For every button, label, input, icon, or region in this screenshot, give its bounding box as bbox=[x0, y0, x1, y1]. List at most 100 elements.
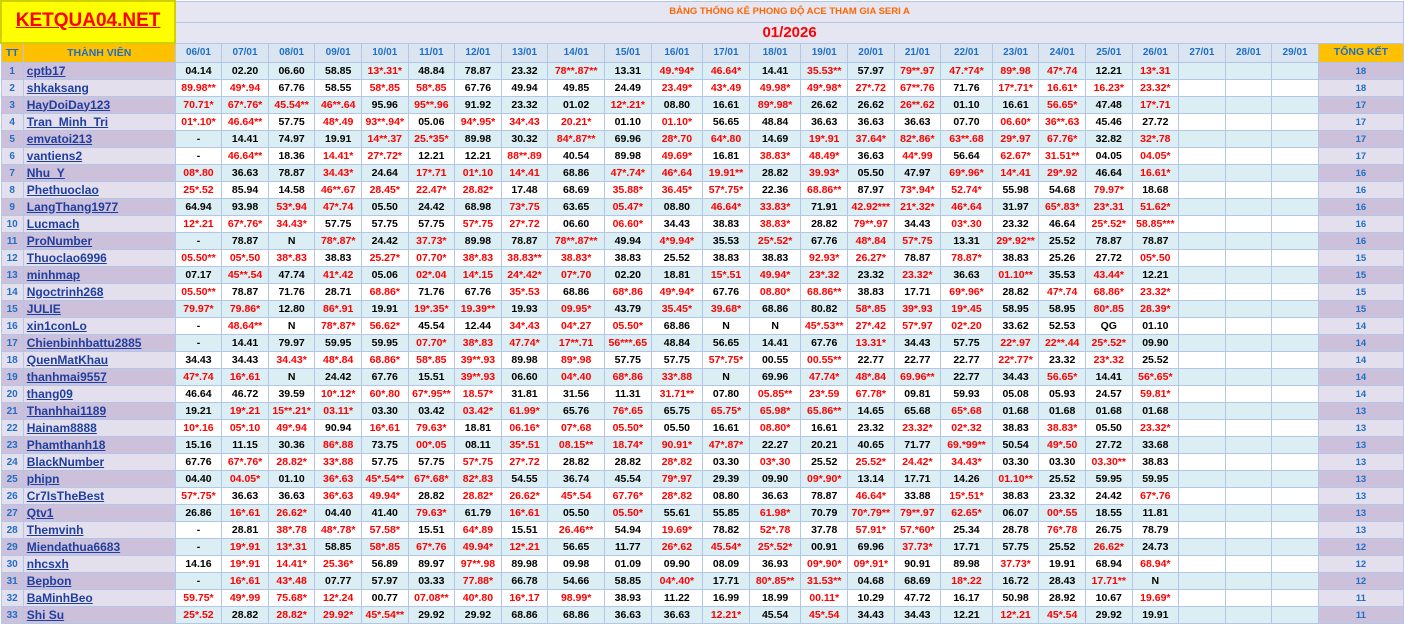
result-cell: 56.89 bbox=[360, 555, 409, 573]
member-name-link[interactable]: Thanhhai1189 bbox=[22, 402, 176, 420]
member-name-link[interactable]: Shi Su bbox=[22, 606, 176, 624]
table-row: 25 phipn 04.40 04.05* 01.10 36*.63 45*.54** 67*… bbox=[0, 470, 1404, 488]
result-cell: 04.68 bbox=[847, 572, 895, 590]
result-cell: 29*.97 bbox=[991, 130, 1040, 148]
member-name-link[interactable]: Cr7IsTheBest bbox=[22, 487, 176, 505]
result-cell: 18.99 bbox=[748, 589, 802, 607]
result-cell: 78.87 bbox=[500, 232, 549, 250]
result-cell bbox=[1178, 113, 1226, 131]
member-name-link[interactable]: Ngoctrinh268 bbox=[22, 283, 176, 301]
result-cell: 57.75 bbox=[407, 215, 456, 233]
total-cell: 14 bbox=[1317, 368, 1404, 386]
member-name-link[interactable]: QuenMatKhau bbox=[22, 351, 176, 369]
result-cell: 56.65* bbox=[1038, 368, 1086, 386]
result-cell: 52.53 bbox=[1038, 317, 1086, 335]
result-cell bbox=[1271, 79, 1319, 97]
result-cell: 58*.85 bbox=[407, 351, 456, 369]
result-cell: 46.64* bbox=[702, 62, 750, 80]
result-cell: 78.87 bbox=[454, 62, 502, 80]
result-cell: 04*.40 bbox=[547, 368, 605, 386]
member-name-link[interactable]: Lucmach bbox=[22, 215, 176, 233]
member-name-link[interactable]: ProNumber bbox=[22, 232, 176, 250]
member-name-link[interactable]: emvatoi213 bbox=[22, 130, 176, 148]
result-cell: 33.68 bbox=[1131, 436, 1180, 454]
result-cell: 33*.88 bbox=[314, 453, 362, 471]
result-cell: - bbox=[174, 538, 223, 556]
member-name-link[interactable]: Hainam8888 bbox=[22, 419, 176, 437]
result-cell: 36.45* bbox=[650, 181, 704, 199]
result-cell: 19.91 bbox=[314, 130, 362, 148]
member-name-link[interactable]: phipn bbox=[22, 470, 176, 488]
result-cell: 67.76 bbox=[454, 79, 502, 97]
result-cell: 61.98* bbox=[748, 504, 802, 522]
result-cell: 16.81 bbox=[702, 147, 750, 165]
date-header: 18/01 bbox=[748, 42, 802, 63]
result-cell: 22.47* bbox=[407, 181, 456, 199]
result-cell: 27*.72 bbox=[500, 215, 549, 233]
row-number: 20 bbox=[0, 385, 24, 403]
member-name-link[interactable]: minhmap bbox=[22, 266, 176, 284]
member-name-link[interactable]: shkaksang bbox=[22, 79, 176, 97]
result-cell: 55.85 bbox=[702, 504, 750, 522]
member-name-link[interactable]: cptb17 bbox=[22, 62, 176, 80]
member-name-link[interactable]: Qtv1 bbox=[22, 504, 176, 522]
member-name-link[interactable]: Miendathua6683 bbox=[22, 538, 176, 556]
result-cell: 13.31 bbox=[604, 62, 652, 80]
result-cell: 57.91* bbox=[847, 521, 895, 539]
result-cell: 19*.35* bbox=[407, 300, 456, 318]
member-name-link[interactable]: xin1conLo bbox=[22, 317, 176, 335]
member-name-link[interactable]: BaMinhBeo bbox=[22, 589, 176, 607]
result-cell: 38*.83 bbox=[454, 334, 502, 352]
member-name-link[interactable]: Bepbon bbox=[22, 572, 176, 590]
member-name-link[interactable]: thang09 bbox=[22, 385, 176, 403]
member-name-link[interactable]: Nhu_Y bbox=[22, 164, 176, 182]
result-cell: 45.54* bbox=[702, 538, 750, 556]
result-cell bbox=[1178, 589, 1226, 607]
stats-table: KETQUA04.NET BẢNG THỐNG KÊ PHONG ĐỘ ACE … bbox=[0, 0, 1404, 624]
table-row: 30 nhcsxh 14.16 19*.91 14.41* 25.36* 56.89 89.9… bbox=[0, 555, 1404, 573]
table-row: 31 Bepbon -16*.61 43*.48 07.77 57.97 03.33 77.8… bbox=[0, 572, 1404, 590]
member-name-link[interactable]: vantiens2 bbox=[22, 147, 176, 165]
member-name-link[interactable]: Thuoclao6996 bbox=[22, 249, 176, 267]
result-cell bbox=[1178, 351, 1226, 369]
result-cell: 88**.89 bbox=[500, 147, 549, 165]
member-name-link[interactable]: Phethuoclao bbox=[22, 181, 176, 199]
member-name-link[interactable]: Themvinh bbox=[22, 521, 176, 539]
total-cell: 15 bbox=[1317, 249, 1404, 267]
result-cell: 80*.85 bbox=[1084, 300, 1133, 318]
result-cell: 79.97* bbox=[1084, 181, 1133, 199]
result-cell: 69*.96* bbox=[940, 283, 993, 301]
member-name-link[interactable]: Chienbinhbattu2885 bbox=[22, 334, 176, 352]
member-name-link[interactable]: JULIE bbox=[22, 300, 176, 318]
result-cell: 00*.05 bbox=[407, 436, 456, 454]
result-cell: 36.63 bbox=[847, 113, 895, 131]
result-cell: 47*.87* bbox=[702, 436, 750, 454]
member-name-link[interactable]: HayDoiDay123 bbox=[22, 96, 176, 114]
result-cell: 63**.68 bbox=[940, 130, 993, 148]
result-cell bbox=[1178, 385, 1226, 403]
member-name-link[interactable]: Phamthanh18 bbox=[22, 436, 176, 454]
member-name-link[interactable]: LangThang1977 bbox=[22, 198, 176, 216]
result-cell: 47.74 bbox=[267, 266, 316, 284]
site-logo[interactable]: KETQUA04.NET bbox=[0, 0, 177, 44]
result-cell: 59.95 bbox=[314, 334, 362, 352]
result-cell: - bbox=[174, 130, 223, 148]
result-cell: 24.42 bbox=[360, 232, 409, 250]
member-name-link[interactable]: nhcsxh bbox=[22, 555, 176, 573]
result-cell: 08.80* bbox=[748, 419, 802, 437]
result-cell: 07*.70 bbox=[547, 266, 605, 284]
result-cell bbox=[1271, 606, 1319, 624]
result-cell: 29*.92 bbox=[1038, 164, 1086, 182]
result-cell: 15.51 bbox=[407, 521, 456, 539]
result-cell: 23.32* bbox=[893, 419, 942, 437]
member-name-link[interactable]: thanhmai9557 bbox=[22, 368, 176, 386]
result-cell: 04.05* bbox=[1131, 147, 1180, 165]
member-name-link[interactable]: Tran_Minh_Tri bbox=[22, 113, 176, 131]
result-cell: 48.84 bbox=[407, 62, 456, 80]
result-cell bbox=[1224, 521, 1273, 539]
result-cell: 16.61 bbox=[702, 419, 750, 437]
member-name-link[interactable]: BlackNumber bbox=[22, 453, 176, 471]
result-cell: 12*.24 bbox=[314, 589, 362, 607]
result-cell: 70.79 bbox=[800, 504, 849, 522]
result-cell: 08.80 bbox=[650, 96, 704, 114]
